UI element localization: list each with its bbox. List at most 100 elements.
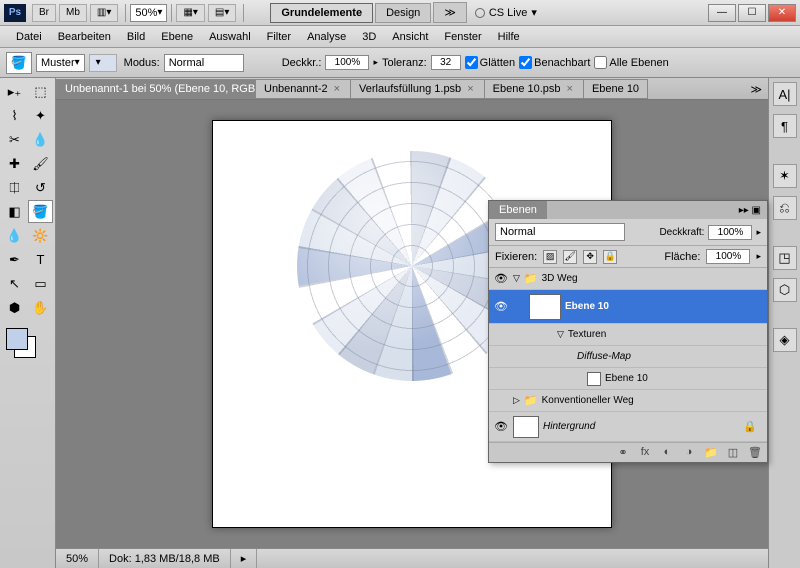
menu-datei[interactable]: Datei <box>8 29 50 45</box>
antialias-checkbox[interactable]: Glätten <box>465 56 515 69</box>
layer-thumbnail[interactable] <box>529 294 561 320</box>
lock-all-icon[interactable]: 🔒 <box>603 250 617 264</box>
screen-mode-button[interactable]: ▥▾ <box>90 4 118 22</box>
layer-ebene10-sub[interactable]: Ebene 10 <box>489 368 767 390</box>
menu-auswahl[interactable]: Auswahl <box>201 29 259 45</box>
close-icon[interactable]: × <box>465 83 475 95</box>
minibridge-button[interactable]: Mb <box>59 4 87 22</box>
workspace-design[interactable]: Design <box>375 3 431 23</box>
adjustment-icon[interactable]: ◑ <box>681 446 697 459</box>
layer-ebene10[interactable]: 👁 Ebene 10 <box>489 290 767 324</box>
crop-tool[interactable]: ✂ <box>2 128 27 151</box>
mask-icon[interactable]: ◐ <box>659 446 675 459</box>
blur-tool[interactable]: 💧 <box>2 224 27 247</box>
status-docsize[interactable]: Dok: 1,83 MB/18,8 MB <box>99 549 231 568</box>
cslive-button[interactable]: CS Live ▾ <box>467 6 545 19</box>
contiguous-checkbox[interactable]: Benachbart <box>519 56 590 69</box>
lock-paint-icon[interactable]: 🖌 <box>563 250 577 264</box>
hand-tool[interactable]: ✋ <box>28 296 53 319</box>
doc-tab-5[interactable]: Ebene 10 <box>583 79 648 99</box>
workspace-grundelemente[interactable]: Grundelemente <box>270 3 373 23</box>
panel-menu-icon[interactable]: ▸▸ ▣ <box>733 205 767 216</box>
doc-tab-1[interactable]: Unbenannt-1 bei 50% (Ebene 10, RGB/8) *× <box>56 79 256 99</box>
doc-tab-4[interactable]: Ebene 10.psb× <box>484 79 584 99</box>
eraser-tool[interactable]: ◧ <box>2 200 27 223</box>
menu-hilfe[interactable]: Hilfe <box>490 29 528 45</box>
eyedropper-tool[interactable]: 💧 <box>28 128 53 151</box>
new-layer-icon[interactable]: ◫ <box>725 446 741 459</box>
close-icon[interactable]: × <box>565 83 575 95</box>
tool-icon[interactable]: 🪣 <box>6 52 32 74</box>
opacity-input[interactable] <box>325 55 369 70</box>
dodge-tool[interactable]: 🔆 <box>28 224 53 247</box>
tab-overflow[interactable]: ≫ <box>744 80 768 99</box>
menu-ebene[interactable]: Ebene <box>153 29 201 45</box>
layers-panel-icon[interactable]: ◈ <box>773 328 797 352</box>
mode-combo[interactable]: Normal <box>164 54 244 72</box>
layer-hintergrund[interactable]: 👁 Hintergrund 🔒 <box>489 412 767 442</box>
shape-tool[interactable]: ▭ <box>28 272 53 295</box>
heal-tool[interactable]: ✚ <box>2 152 27 175</box>
marquee-tool[interactable]: ⬚ <box>28 80 53 103</box>
layer-opacity-input[interactable] <box>708 225 752 240</box>
bridge-button[interactable]: Br <box>32 4 56 22</box>
arrange-button[interactable]: ▦▾ <box>176 4 204 22</box>
extras-button[interactable]: ▤▾ <box>208 4 236 22</box>
layer-diffusemap[interactable]: Diffuse-Map <box>489 346 767 368</box>
blend-mode-combo[interactable]: Normal <box>495 223 625 241</box>
layer-thumbnail[interactable] <box>513 416 539 438</box>
maximize-button[interactable]: ☐ <box>738 4 766 22</box>
paragraph-panel-icon[interactable]: ¶ <box>773 114 797 138</box>
menu-ansicht[interactable]: Ansicht <box>384 29 436 45</box>
layers-tab[interactable]: Ebenen <box>489 201 547 219</box>
visibility-icon[interactable]: 👁 <box>493 272 509 285</box>
pen-tool[interactable]: ✒ <box>2 248 27 271</box>
visibility-icon[interactable]: 👁 <box>493 300 509 313</box>
clone-panel-icon[interactable]: ⎌ <box>773 196 797 220</box>
layer-texturen[interactable]: ▽ Texturen <box>489 324 767 346</box>
character-panel-icon[interactable]: A| <box>773 82 797 106</box>
visibility-icon[interactable]: 👁 <box>493 420 509 433</box>
menu-bild[interactable]: Bild <box>119 29 153 45</box>
doc-tab-2[interactable]: Unbenannt-2× <box>255 79 351 99</box>
brush-tool[interactable]: 🖌 <box>28 152 53 175</box>
tolerance-input[interactable] <box>431 55 461 70</box>
layer-thumbnail[interactable] <box>587 372 601 386</box>
delete-icon[interactable]: 🗑 <box>747 446 763 459</box>
close-icon[interactable]: × <box>332 83 342 95</box>
wand-tool[interactable]: ✦ <box>28 104 53 127</box>
menu-filter[interactable]: Filter <box>259 29 299 45</box>
fill-input[interactable] <box>706 249 750 264</box>
link-icon[interactable]: ⚭ <box>615 446 631 459</box>
move-tool[interactable]: ▸₊ <box>2 80 27 103</box>
bucket-tool[interactable]: 🪣 <box>28 200 53 223</box>
history-brush-tool[interactable]: ↺ <box>28 176 53 199</box>
layer-group-konventionell[interactable]: ▷📁 Konventioneller Weg <box>489 390 767 412</box>
group-icon[interactable]: 📁 <box>703 446 719 459</box>
close-button[interactable]: ✕ <box>768 4 796 22</box>
3d-tool[interactable]: ⬢ <box>2 296 27 319</box>
lock-transparency-icon[interactable]: ▨ <box>543 250 557 264</box>
status-arrow[interactable]: ▸ <box>231 549 258 568</box>
color-swatches[interactable] <box>2 324 53 364</box>
workspace-more[interactable]: ≫ <box>433 2 467 23</box>
nav-panel-icon[interactable]: ◳ <box>773 246 797 270</box>
type-tool[interactable]: T <box>28 248 53 271</box>
all-layers-checkbox[interactable]: Alle Ebenen <box>594 56 668 69</box>
menu-fenster[interactable]: Fenster <box>436 29 489 45</box>
menu-bearbeiten[interactable]: Bearbeiten <box>50 29 119 45</box>
path-tool[interactable]: ↖ <box>2 272 27 295</box>
menu-3d[interactable]: 3D <box>354 29 384 45</box>
brushes-panel-icon[interactable]: ✶ <box>773 164 797 188</box>
menu-analyse[interactable]: Analyse <box>299 29 354 45</box>
fx-icon[interactable]: fx <box>637 446 653 459</box>
3d-panel-icon[interactable]: ⬡ <box>773 278 797 302</box>
fill-mode-combo[interactable]: Muster ▾ <box>36 54 85 72</box>
status-zoom[interactable]: 50% <box>56 549 99 568</box>
lasso-tool[interactable]: ⌇ <box>2 104 27 127</box>
minimize-button[interactable]: — <box>708 4 736 22</box>
lock-move-icon[interactable]: ✥ <box>583 250 597 264</box>
zoom-combo[interactable]: 50% ▾ <box>130 4 167 22</box>
stamp-tool[interactable]: ⎅ <box>2 176 27 199</box>
pattern-picker[interactable]: ▾ <box>89 54 117 72</box>
